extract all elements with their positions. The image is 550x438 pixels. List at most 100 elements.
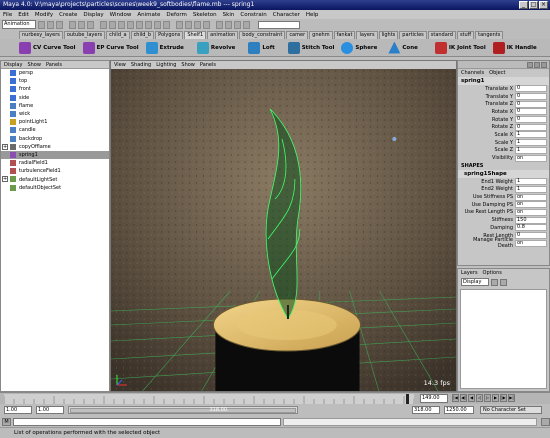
save-scene-icon[interactable] — [56, 20, 63, 29]
shelf-tab[interactable]: lights — [378, 31, 399, 39]
channel-label[interactable]: Use Rest Length PS — [458, 209, 515, 215]
viewport-menu-view[interactable]: View — [114, 62, 126, 68]
range-slider-handle[interactable] — [70, 408, 296, 413]
step-forward-key-icon[interactable]: |▶ — [500, 394, 507, 402]
channel-value-field[interactable]: 0 — [515, 85, 547, 93]
outliner-item[interactable]: radialField1 — [1, 159, 109, 167]
layer-menu-options[interactable]: Options — [483, 270, 502, 276]
command-input[interactable] — [13, 417, 281, 426]
snap-point-icon[interactable] — [194, 20, 201, 29]
channel-label[interactable]: End2 Weight — [458, 186, 515, 192]
channel-label[interactable]: Scale Z — [458, 147, 515, 153]
shelf-tab[interactable]: camer — [286, 31, 309, 39]
outliner-item[interactable]: side — [1, 94, 109, 102]
shelf-tab[interactable]: gnehm — [309, 31, 333, 39]
outliner-item[interactable]: pointLight1 — [1, 118, 109, 126]
play-forward-icon[interactable]: ▷ — [484, 394, 491, 402]
menu-animate[interactable]: Animate — [137, 12, 160, 18]
shelf-tab[interactable]: tangents — [475, 31, 504, 39]
shape-node-name[interactable]: spring1Shape — [458, 169, 549, 178]
channel-label[interactable]: Rotate Z — [458, 124, 515, 130]
mask-curves-icon[interactable] — [118, 20, 125, 29]
script-editor-icon[interactable] — [541, 417, 550, 426]
channel-label[interactable]: Rotate Y — [458, 117, 515, 123]
channel-label[interactable]: Translate Z — [458, 101, 515, 107]
menu-edit[interactable]: Edit — [18, 12, 29, 18]
shelf-tab[interactable]: child_a — [106, 31, 130, 39]
channel-value-field[interactable]: 1 — [515, 178, 547, 186]
menu-skin[interactable]: Skin — [223, 12, 235, 18]
viewport-menu-panels[interactable]: Panels — [200, 62, 216, 68]
shelf-tab[interactable]: outube_layers — [63, 31, 106, 39]
range-slider-bar[interactable]: 318.00 — [68, 406, 298, 414]
menu-display[interactable]: Display — [83, 12, 103, 18]
ik-handle-button[interactable]: IK Handle — [492, 41, 540, 55]
channel-value-field[interactable]: 150 — [515, 216, 547, 224]
channel-value-field[interactable]: 1 — [515, 185, 547, 193]
outliner-item[interactable]: spring1 — [1, 150, 109, 160]
outliner-item[interactable]: front — [1, 85, 109, 93]
shelf-tab[interactable]: standard — [427, 31, 456, 39]
shelf-tab[interactable]: layers — [356, 31, 378, 39]
history-icon[interactable] — [216, 20, 223, 29]
render-globals-icon[interactable] — [243, 20, 250, 29]
menu-deform[interactable]: Deform — [166, 12, 186, 18]
mask-handles-icon[interactable] — [100, 20, 107, 29]
channel-label[interactable]: Scale X — [458, 132, 515, 138]
layer-list[interactable] — [460, 289, 547, 389]
mask-rendering-icon[interactable] — [154, 20, 161, 29]
shelf-tab[interactable]: body_constraint — [239, 31, 286, 39]
shelf-tab[interactable]: nurbesy_layers — [19, 31, 63, 39]
shelf-tab[interactable]: fankat — [333, 31, 356, 39]
cone-button[interactable]: Cone — [388, 41, 420, 55]
show-attribute-editor-icon[interactable] — [534, 62, 540, 68]
select-object-icon[interactable] — [78, 20, 85, 29]
shelf-tab[interactable]: particles — [399, 31, 427, 39]
shelf-tab-active[interactable]: Shelf1 — [184, 31, 207, 39]
play-backward-icon[interactable]: ◁ — [476, 394, 483, 402]
menu-modify[interactable]: Modify — [35, 12, 53, 18]
outliner-item[interactable]: backdrop — [1, 135, 109, 143]
extrude-button[interactable]: Extrude — [145, 41, 187, 55]
shelf-tab[interactable]: animation — [207, 31, 239, 39]
outliner-item[interactable]: turbulenceField1 — [1, 167, 109, 175]
viewport-menu-shading[interactable]: Shading — [131, 62, 151, 68]
render-icon[interactable] — [225, 20, 232, 29]
mask-misc-icon[interactable] — [163, 20, 170, 29]
menu-character[interactable]: Character — [273, 12, 300, 18]
quick-select-input[interactable] — [258, 20, 300, 29]
channel-label[interactable]: End1 Weight — [458, 179, 515, 185]
animation-end-field[interactable]: 1250.00 — [444, 406, 474, 414]
mask-deformations-icon[interactable] — [136, 20, 143, 29]
mask-dynamics-icon[interactable] — [145, 20, 152, 29]
menu-skeleton[interactable]: Skeleton — [193, 12, 217, 18]
current-time-marker[interactable] — [406, 394, 409, 404]
channel-label[interactable]: Visibility — [458, 155, 515, 161]
viewport-menu-show[interactable]: Show — [181, 62, 195, 68]
outliner-menu-panels[interactable]: Panels — [46, 62, 62, 68]
go-to-start-icon[interactable]: |◀ — [452, 394, 459, 402]
expand-icon[interactable]: + — [2, 176, 8, 183]
layer-menu-layers[interactable]: Layers — [461, 270, 478, 276]
channel-box-menu-channels[interactable]: Channels — [461, 70, 484, 76]
channel-value-field[interactable]: 0 — [515, 108, 547, 116]
menu-file[interactable]: File — [3, 12, 12, 18]
cv-curve-tool-button[interactable]: CV Curve Tool — [19, 41, 79, 55]
snap-view-plane-icon[interactable] — [203, 20, 210, 29]
channel-label[interactable]: Translate X — [458, 86, 515, 92]
sphere-button[interactable]: Sphere — [341, 41, 380, 55]
snap-curve-icon[interactable] — [185, 20, 192, 29]
channel-value-field[interactable]: on — [515, 154, 547, 162]
ep-curve-tool-button[interactable]: EP Curve Tool — [82, 41, 142, 55]
range-start-field[interactable]: 1.00 — [36, 406, 64, 414]
expand-icon[interactable]: + — [2, 143, 8, 150]
channel-label[interactable]: Stiffness — [458, 217, 515, 223]
go-to-end-icon[interactable]: ▶| — [508, 394, 515, 402]
channel-value-field[interactable]: on — [515, 239, 547, 247]
ik-joint-tool-button[interactable]: IK Joint Tool — [434, 41, 489, 55]
step-forward-frame-icon[interactable]: ▶ — [492, 394, 499, 402]
minimize-button[interactable]: _ — [519, 1, 528, 9]
channel-value-field[interactable]: on — [515, 208, 547, 216]
channel-value-field[interactable]: on — [515, 201, 547, 209]
character-set-dropdown[interactable]: No Character Set — [480, 406, 542, 414]
